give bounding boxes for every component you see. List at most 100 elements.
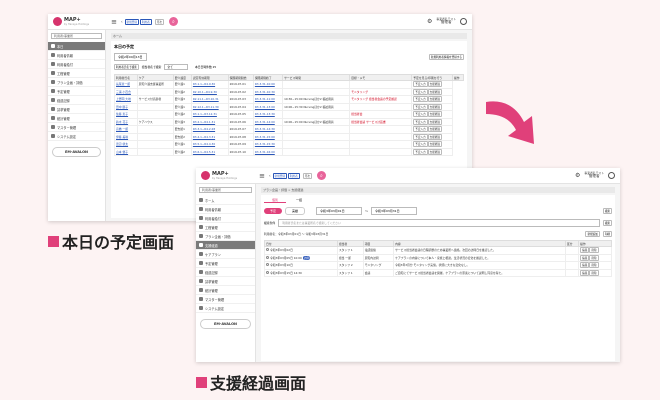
new-user-button[interactable]: 新規利用者情報を登録する [428,54,464,60]
alert-cell[interactable]: 担当者会議 サービス計画書 [349,117,413,126]
row-button[interactable]: 編集 [580,254,590,261]
menu-icon[interactable]: ≡ [111,18,117,26]
sidebar-item[interactable]: 工程管理 [48,69,105,78]
sidebar-item[interactable]: プラン企画・評価 [48,78,105,87]
header-button-1[interactable]: 新規登録 [124,18,139,25]
row-button[interactable]: 編集 [580,269,590,276]
print-button[interactable]: 印刷 [602,231,612,237]
sidebar-item[interactable]: ホーム [196,196,255,205]
sidebar-item[interactable]: 予定管理 [196,259,255,268]
sidebar-item[interactable]: 利用者給付 [48,60,105,69]
settings-icon[interactable]: ⚙ [575,172,580,179]
add-button[interactable]: 新規追加 [585,231,600,237]
row-button[interactable]: 支援経過 [427,96,442,103]
back-icon[interactable]: ‹ [269,173,271,178]
cert-period-link[interactable]: R3.4.1~R4.3.31 [190,132,229,141]
row-button[interactable]: 支援経過 [427,103,442,110]
sidebar-item[interactable]: 請求管理 [196,277,255,286]
row-button[interactable]: 編集 [580,247,590,254]
alert-cell[interactable]: 担当者会 [349,110,413,119]
cert-period-link[interactable]: R2.10.1~R4.9.30 [190,87,229,96]
sidebar-item[interactable]: 利用者情報 [196,205,255,214]
search-button[interactable]: 検索 [602,208,612,214]
date-from-field[interactable]: 令和3年03月01日 [316,207,363,215]
user-name-link[interactable]: 伊藤 美咲 [114,132,138,141]
date-field[interactable]: 令和2年09月13日 [114,53,147,61]
row-button[interactable]: 予定入力 [413,118,428,125]
end-date-link[interactable]: R3.3.31-15:00 [252,132,284,141]
back-icon[interactable]: ‹ [121,19,123,24]
row-button[interactable]: 編集 [580,262,590,269]
pill-plan[interactable]: 予定 [264,208,283,214]
user-name-link[interactable]: 三浦 小百合 [114,87,138,96]
end-date-link[interactable]: R3.3.31-13:00 [252,102,284,111]
row-button[interactable]: 支援経過 [427,88,442,95]
alert-cell[interactable] [349,140,413,149]
row-button[interactable]: 支援経過 [427,81,442,88]
user-name-link[interactable]: 上野岡 大地 [114,95,138,104]
row-button[interactable]: 支援経過 [427,118,442,125]
end-date-link[interactable]: R3.3.31-14:00 [252,117,284,126]
row-button[interactable]: 支援経過 [427,141,442,148]
row-button[interactable]: 予定入力 [413,126,428,133]
header-button-3[interactable]: 月次 [302,172,312,179]
sidebar-item[interactable]: マスター管理 [48,123,105,132]
avatar[interactable] [460,18,467,25]
sidebar-item[interactable]: 経過記録 [48,96,105,105]
sidebar-item[interactable]: 本日 [48,42,105,51]
row-checkbox[interactable] [266,255,269,259]
row-button[interactable]: 削除 [589,247,599,254]
filter-search-button[interactable]: 検索 [602,220,612,226]
alert-cell[interactable] [349,132,413,141]
sidebar-item[interactable]: 工程管理 [196,223,255,232]
sidebar-item[interactable]: 経過記録 [196,268,255,277]
sidebar-search-input[interactable]: 利用者/事業所 [51,33,102,39]
filter-select[interactable]: 全て [164,64,188,70]
sidebar-item[interactable]: 請求管理 [48,105,105,114]
cert-period-link[interactable]: R3.2.1~R4.1.31 [190,117,229,126]
end-date-link[interactable]: R3.3.31-16:00 [252,147,284,156]
row-button[interactable]: 削除 [589,262,599,269]
row-button[interactable]: 予定入力 [413,88,428,95]
row-button[interactable]: 予定入力 [413,133,428,140]
sidebar-item[interactable]: 利用者給付 [196,214,255,223]
row-button[interactable]: 削除 [589,269,599,276]
alert-cell[interactable] [349,80,413,89]
pill-actual[interactable]: 実績 [285,207,306,215]
header-button-2[interactable]: 利用者 [287,172,300,179]
alert-cell[interactable] [349,125,413,134]
cert-period-link[interactable]: R3.1.1~R3.12.31 [190,110,229,119]
sidebar-item[interactable]: ケアプラン [196,250,255,259]
row-button[interactable]: 予定入力 [413,141,428,148]
tab-individual[interactable]: 個別 [264,198,287,203]
cert-period-link[interactable]: R3.6.1~R4.5.31 [190,147,229,156]
sidebar-item[interactable]: システム設定 [196,304,255,313]
header-button-1[interactable]: 新規登録 [272,172,287,179]
header-button-2[interactable]: 利用者 [139,18,152,25]
tab-bulk[interactable]: 一括 [288,198,310,203]
row-button[interactable]: 予定入力 [413,96,428,103]
search-icon[interactable]: ⌕ [168,17,178,26]
user-name-link[interactable]: 鈴木 花子 [114,117,138,126]
user-name-link[interactable]: 渡辺 健太 [114,140,138,149]
avatar[interactable] [608,172,615,179]
sidebar-item[interactable]: システム設定 [48,132,105,141]
cert-period-link[interactable]: R3.5.1~R4.4.30 [190,140,229,149]
keyword-input[interactable]: 利用者氏名または事業所名で検索してください [278,219,600,227]
user-name-link[interactable]: 佐藤 恵子 [114,110,138,119]
end-date-link[interactable]: R3.3.31-13:30 [252,110,284,119]
search-icon[interactable]: ⌕ [316,171,326,180]
sidebar-item[interactable]: 統計管理 [48,114,105,123]
cert-period-link[interactable]: R3.1.1~R4.9.30 [190,80,229,89]
row-button[interactable]: 支援経過 [427,126,442,133]
user-name-link[interactable]: 山本 優子 [114,147,138,156]
column-header[interactable]: 操作 [451,74,465,81]
row-button[interactable]: 予定入力 [413,103,428,110]
filter-name[interactable]: 利用者氏名で検索 [114,64,139,70]
user-name-link[interactable]: 田中 勝子 [114,102,138,111]
row-button[interactable]: 支援経過 [427,133,442,140]
end-date-link[interactable]: R3.3.31-10:30 [252,87,284,96]
row-button[interactable]: 予定入力 [413,81,428,88]
row-checkbox[interactable] [266,248,269,252]
row-button[interactable]: 削除 [589,254,599,261]
